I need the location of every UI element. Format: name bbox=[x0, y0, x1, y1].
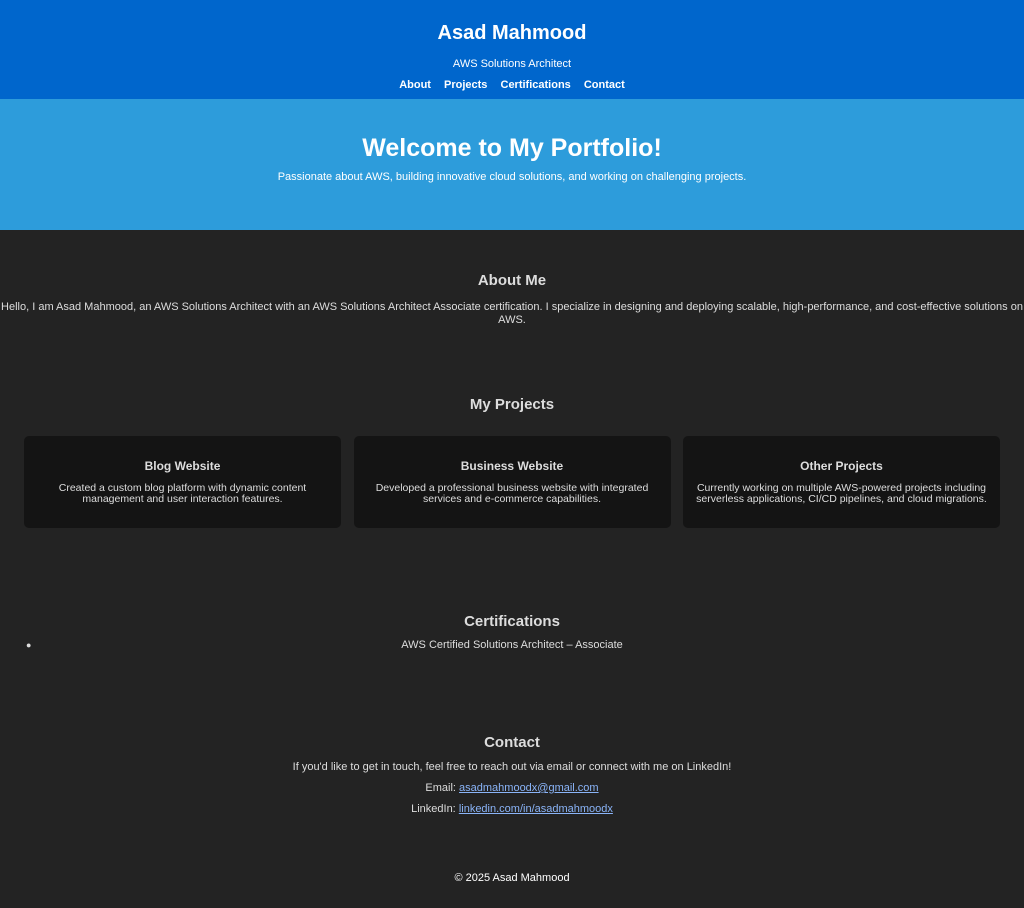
project-title: Blog Website bbox=[144, 459, 221, 473]
site-role: AWS Solutions Architect bbox=[452, 58, 572, 70]
certifications-section: Certifications ● AWS Certified Solutions… bbox=[0, 528, 1024, 652]
email-link[interactable]: asadmahmoodx@gmail.com bbox=[459, 782, 599, 794]
hero-title: Welcome to My Portfolio! bbox=[362, 134, 662, 162]
site-header: Asad Mahmood AWS Solutions Architect Abo… bbox=[0, 0, 1024, 99]
site-footer: © 2025 Asad Mahmood bbox=[0, 872, 1024, 885]
hero-section: Welcome to My Portfolio! Passionate abou… bbox=[0, 99, 1024, 230]
contact-section: Contact If you'd like to get in touch, f… bbox=[0, 652, 1024, 816]
hero-subtitle: Passionate about AWS, building innovativ… bbox=[277, 171, 747, 183]
project-card-business: Business Website Developed a professiona… bbox=[353, 436, 671, 528]
about-text: Hello, I am Asad Mahmood, an AWS Solutio… bbox=[1, 301, 1023, 326]
project-description: Developed a professional business websit… bbox=[375, 482, 649, 505]
contact-linkedin-line: LinkedIn: linkedin.com/in/asadmahmoodx bbox=[0, 803, 1024, 816]
project-description: Currently working on multiple AWS-powere… bbox=[696, 482, 987, 505]
contact-email-line: Email: asadmahmoodx@gmail.com bbox=[0, 782, 1024, 795]
about-heading: About Me bbox=[477, 272, 547, 289]
email-label: Email: bbox=[425, 782, 456, 794]
certifications-heading: Certifications bbox=[464, 613, 560, 630]
main-nav: About Projects Certifications Contact bbox=[0, 79, 1024, 92]
project-title: Business Website bbox=[460, 459, 564, 473]
project-card-blog: Blog Website Created a custom blog platf… bbox=[24, 436, 341, 528]
certification-list: ● AWS Certified Solutions Architect – As… bbox=[0, 639, 1024, 652]
nav-link-about[interactable]: About bbox=[399, 79, 431, 91]
linkedin-label: LinkedIn: bbox=[411, 803, 456, 815]
contact-intro: If you'd like to get in touch, feel free… bbox=[292, 761, 732, 773]
nav-link-contact[interactable]: Contact bbox=[584, 79, 625, 91]
certification-item: ● AWS Certified Solutions Architect – As… bbox=[0, 639, 1024, 652]
copyright-text: © 2025 Asad Mahmood bbox=[454, 872, 570, 884]
site-name: Asad Mahmood bbox=[437, 22, 587, 44]
project-description: Created a custom blog platform with dyna… bbox=[58, 482, 307, 505]
contact-heading: Contact bbox=[484, 734, 540, 751]
linkedin-link[interactable]: linkedin.com/in/asadmahmoodx bbox=[459, 803, 613, 815]
about-section: About Me Hello, I am Asad Mahmood, an AW… bbox=[0, 230, 1024, 374]
project-cards: Blog Website Created a custom blog platf… bbox=[0, 436, 1024, 528]
projects-section: My Projects Blog Website Created a custo… bbox=[0, 374, 1024, 528]
certification-label: AWS Certified Solutions Architect – Asso… bbox=[401, 639, 623, 651]
project-card-other: Other Projects Currently working on mult… bbox=[683, 436, 1000, 528]
projects-heading: My Projects bbox=[469, 396, 555, 413]
project-title: Other Projects bbox=[800, 459, 883, 473]
nav-link-certifications[interactable]: Certifications bbox=[501, 79, 571, 91]
bullet-icon: ● bbox=[26, 640, 32, 650]
nav-link-projects[interactable]: Projects bbox=[444, 79, 487, 91]
